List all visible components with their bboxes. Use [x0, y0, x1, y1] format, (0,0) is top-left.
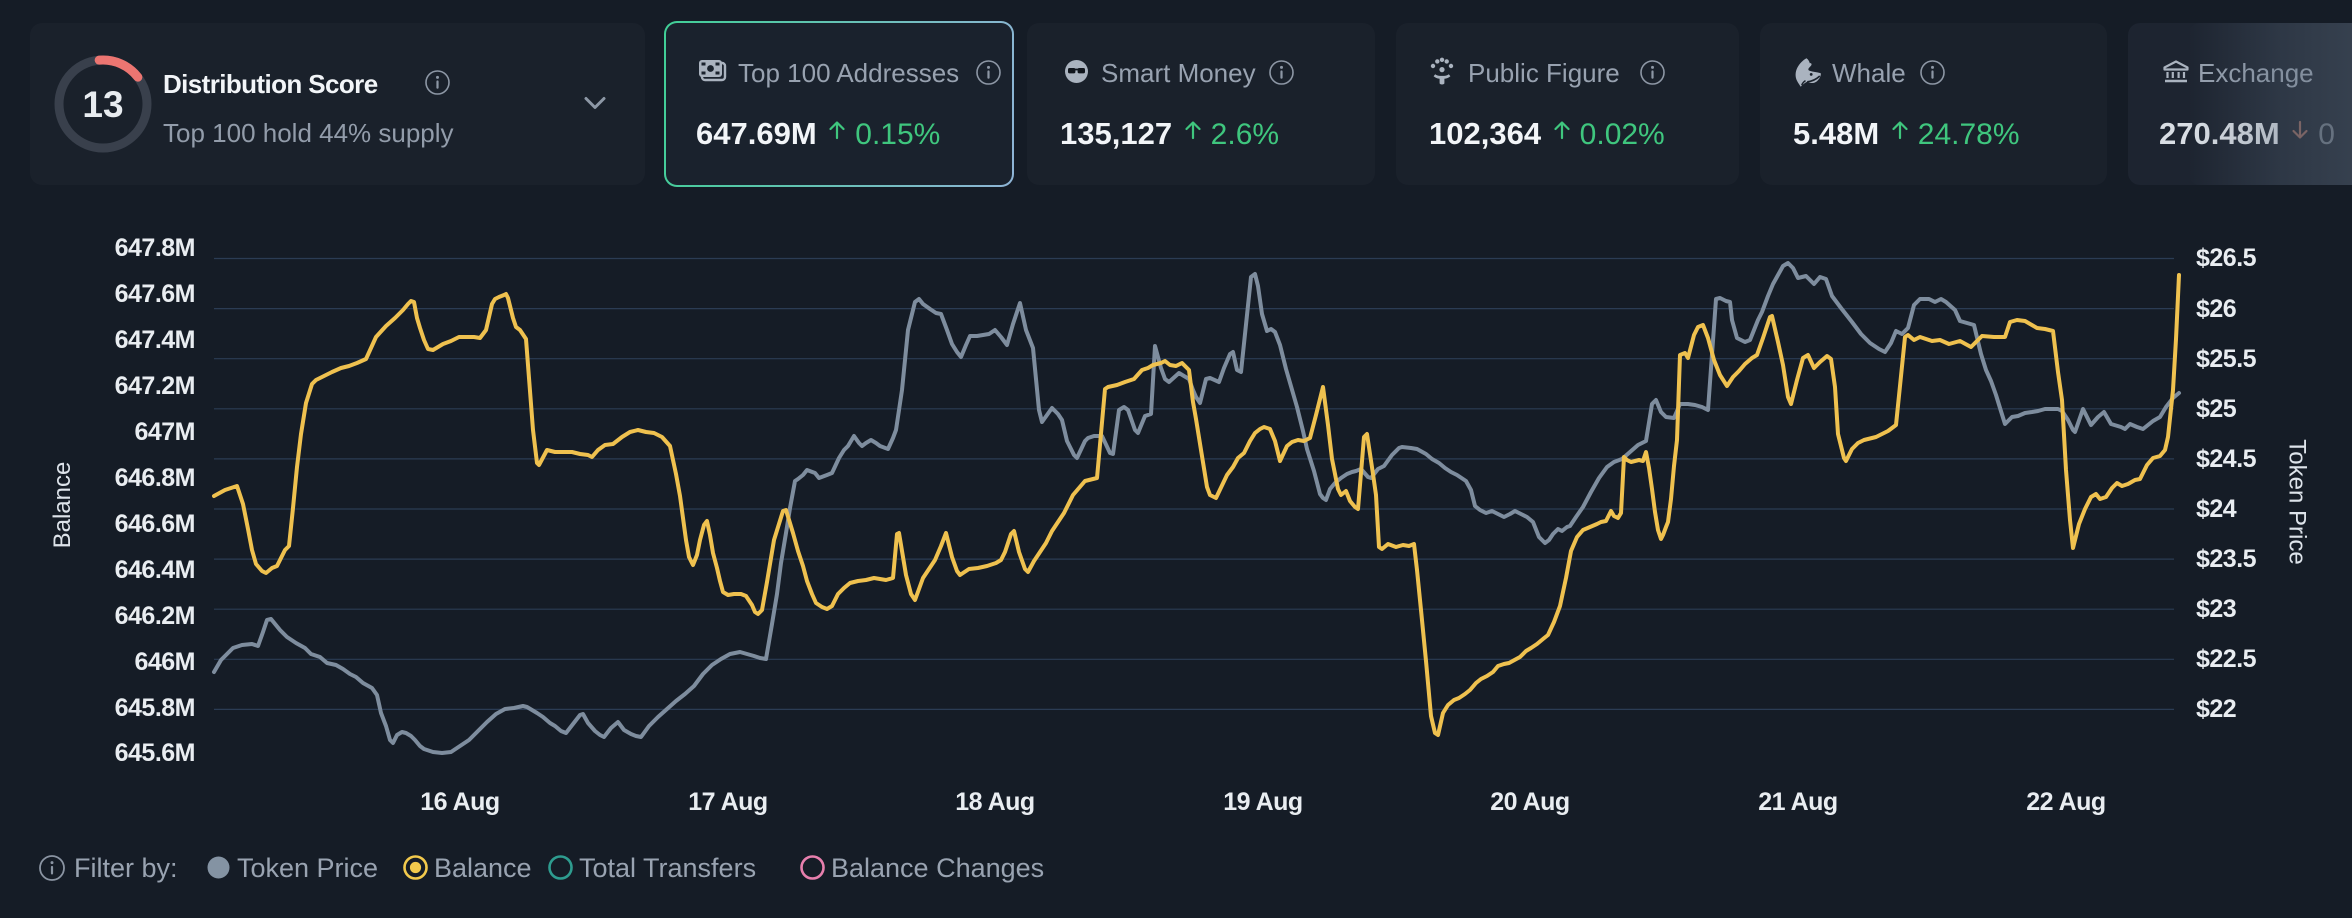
svg-text:13: 13 — [82, 84, 123, 125]
